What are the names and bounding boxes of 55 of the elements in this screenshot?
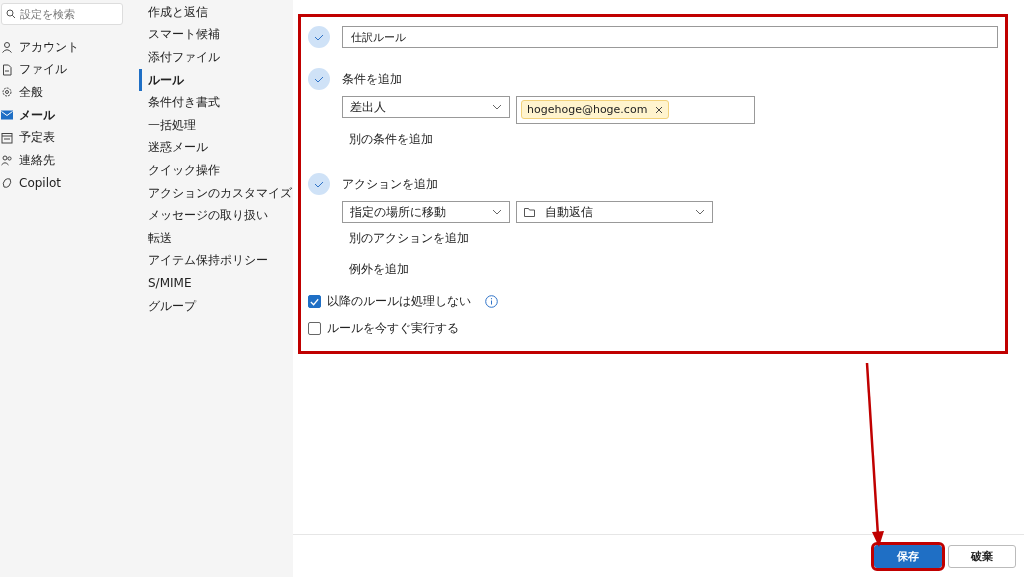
person-icon — [1, 41, 13, 54]
chevron-down-icon — [695, 209, 705, 215]
submenu-item[interactable]: 迷惑メール — [135, 136, 293, 160]
search-field[interactable]: 設定を検索 — [1, 3, 123, 25]
submenu-item[interactable]: アクションのカスタマイズ — [135, 181, 293, 205]
save-button[interactable]: 保存 — [874, 544, 942, 568]
check-circle-icon — [308, 26, 330, 48]
section-title: 条件を追加 — [342, 70, 402, 88]
action-dropdown[interactable]: 指定の場所に移動 — [342, 201, 510, 223]
submenu-item[interactable]: 一括処理 — [135, 113, 293, 137]
checkbox[interactable] — [308, 322, 321, 335]
nav-item[interactable]: 連絡先 — [0, 148, 135, 172]
nav-item[interactable]: 全般 — [0, 81, 135, 104]
info-icon[interactable] — [485, 295, 498, 308]
email-chip: hogehoge@hoge.com — [521, 100, 670, 119]
add-condition-link[interactable]: 別の条件を追加 — [349, 132, 433, 147]
search-icon — [6, 9, 16, 19]
checkbox-label: ルールを今すぐ実行する — [327, 320, 459, 337]
submenu-item[interactable]: メッセージの取り扱い — [135, 204, 293, 227]
copilot-icon — [1, 176, 13, 189]
file-icon — [1, 63, 13, 76]
folder-icon — [524, 207, 535, 217]
section-title: アクションを追加 — [342, 175, 438, 193]
check-circle-icon — [308, 173, 330, 195]
condition-dropdown[interactable]: 差出人 — [342, 96, 510, 118]
nav-item[interactable]: アカウント — [0, 36, 135, 59]
submenu-item[interactable]: ルール — [139, 68, 293, 92]
submenu-item[interactable]: S/MIME — [135, 272, 293, 295]
nav-item[interactable]: メール — [0, 103, 135, 127]
nav-item[interactable]: ファイル — [0, 58, 135, 82]
calendar-icon — [1, 131, 13, 144]
checkbox-label: 以降のルールは処理しない — [327, 293, 471, 310]
chevron-down-icon — [492, 104, 502, 110]
add-exception-link[interactable]: 例外を追加 — [349, 262, 409, 277]
check-circle-icon — [308, 68, 330, 90]
rule-name-field[interactable]: 仕訳ルール — [342, 26, 998, 48]
sender-field[interactable]: hogehoge@hoge.com — [516, 96, 755, 124]
submenu-item[interactable]: スマート候補 — [135, 23, 293, 47]
submenu-item[interactable]: 転送 — [135, 226, 293, 250]
folder-dropdown[interactable]: 自動返信 — [516, 201, 713, 223]
submenu-item[interactable]: アイテム保持ポリシー — [135, 249, 293, 273]
people-icon — [1, 154, 13, 167]
submenu-item[interactable]: 条件付き書式 — [135, 91, 293, 114]
settings-icon — [1, 86, 13, 99]
add-action-link[interactable]: 別のアクションを追加 — [349, 231, 469, 246]
submenu-item[interactable]: クイック操作 — [135, 159, 293, 182]
nav-item[interactable]: Copilot — [0, 171, 135, 195]
discard-button[interactable]: 破棄 — [948, 544, 1016, 568]
submenu-item[interactable]: 添付ファイル — [135, 46, 293, 69]
checkbox[interactable] — [308, 295, 321, 308]
nav-item[interactable]: 予定表 — [0, 126, 135, 149]
submenu-item[interactable]: グループ — [135, 294, 293, 318]
chevron-down-icon — [492, 209, 502, 215]
submenu-item[interactable]: 作成と返信 — [135, 1, 293, 24]
close-icon[interactable] — [655, 105, 664, 114]
